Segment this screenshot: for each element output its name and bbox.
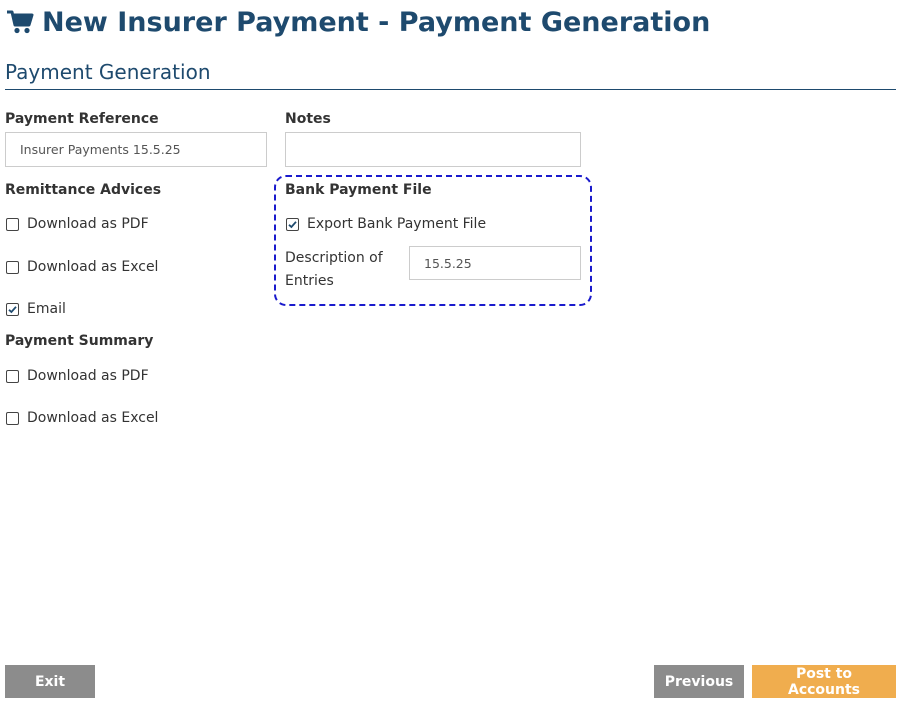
summary-download-pdf-label: Download as PDF — [27, 368, 149, 384]
remittance-advices-title: Remittance Advices — [5, 182, 162, 198]
exit-button[interactable]: Exit — [5, 665, 95, 698]
remittance-email-checkbox[interactable] — [6, 302, 19, 316]
payment-reference-label: Payment Reference — [5, 111, 159, 127]
summary-download-pdf-checkbox[interactable] — [6, 369, 19, 383]
notes-label: Notes — [285, 111, 331, 127]
shopping-cart-icon — [6, 9, 34, 35]
page-title-text: New Insurer Payment - Payment Generation — [42, 6, 711, 38]
summary-download-excel-option[interactable]: Download as Excel — [6, 408, 158, 428]
section-divider — [5, 89, 896, 90]
remittance-download-excel-label: Download as Excel — [27, 259, 159, 275]
section-title: Payment Generation — [5, 60, 211, 84]
remittance-download-excel-option[interactable]: Download as Excel — [6, 257, 158, 277]
remittance-email-option[interactable]: Email — [6, 299, 66, 319]
description-of-entries-input[interactable] — [409, 246, 581, 280]
export-bank-payment-file-option[interactable]: Export Bank Payment File — [286, 214, 486, 234]
remittance-download-pdf-checkbox[interactable] — [6, 217, 19, 231]
remittance-download-pdf-option[interactable]: Download as PDF — [6, 214, 149, 234]
payment-reference-input[interactable] — [5, 132, 267, 167]
remittance-download-excel-checkbox[interactable] — [6, 260, 19, 274]
remittance-email-label: Email — [27, 301, 66, 317]
notes-input[interactable] — [285, 132, 581, 167]
summary-download-excel-label: Download as Excel — [27, 410, 159, 426]
export-bank-payment-file-checkbox[interactable] — [286, 217, 299, 231]
description-of-entries-label: Description of Entries — [285, 250, 383, 289]
bank-payment-file-title: Bank Payment File — [285, 182, 432, 198]
payment-summary-title: Payment Summary — [5, 333, 154, 349]
post-to-accounts-button[interactable]: Post to Accounts — [752, 665, 896, 698]
page-title: New Insurer Payment - Payment Generation — [6, 4, 710, 40]
remittance-download-pdf-label: Download as PDF — [27, 216, 149, 232]
checkmark-icon — [8, 305, 17, 313]
export-bank-payment-file-label: Export Bank Payment File — [307, 216, 487, 232]
previous-button[interactable]: Previous — [654, 665, 744, 698]
summary-download-excel-checkbox[interactable] — [6, 411, 19, 425]
checkmark-icon — [288, 220, 297, 228]
summary-download-pdf-option[interactable]: Download as PDF — [6, 366, 149, 386]
